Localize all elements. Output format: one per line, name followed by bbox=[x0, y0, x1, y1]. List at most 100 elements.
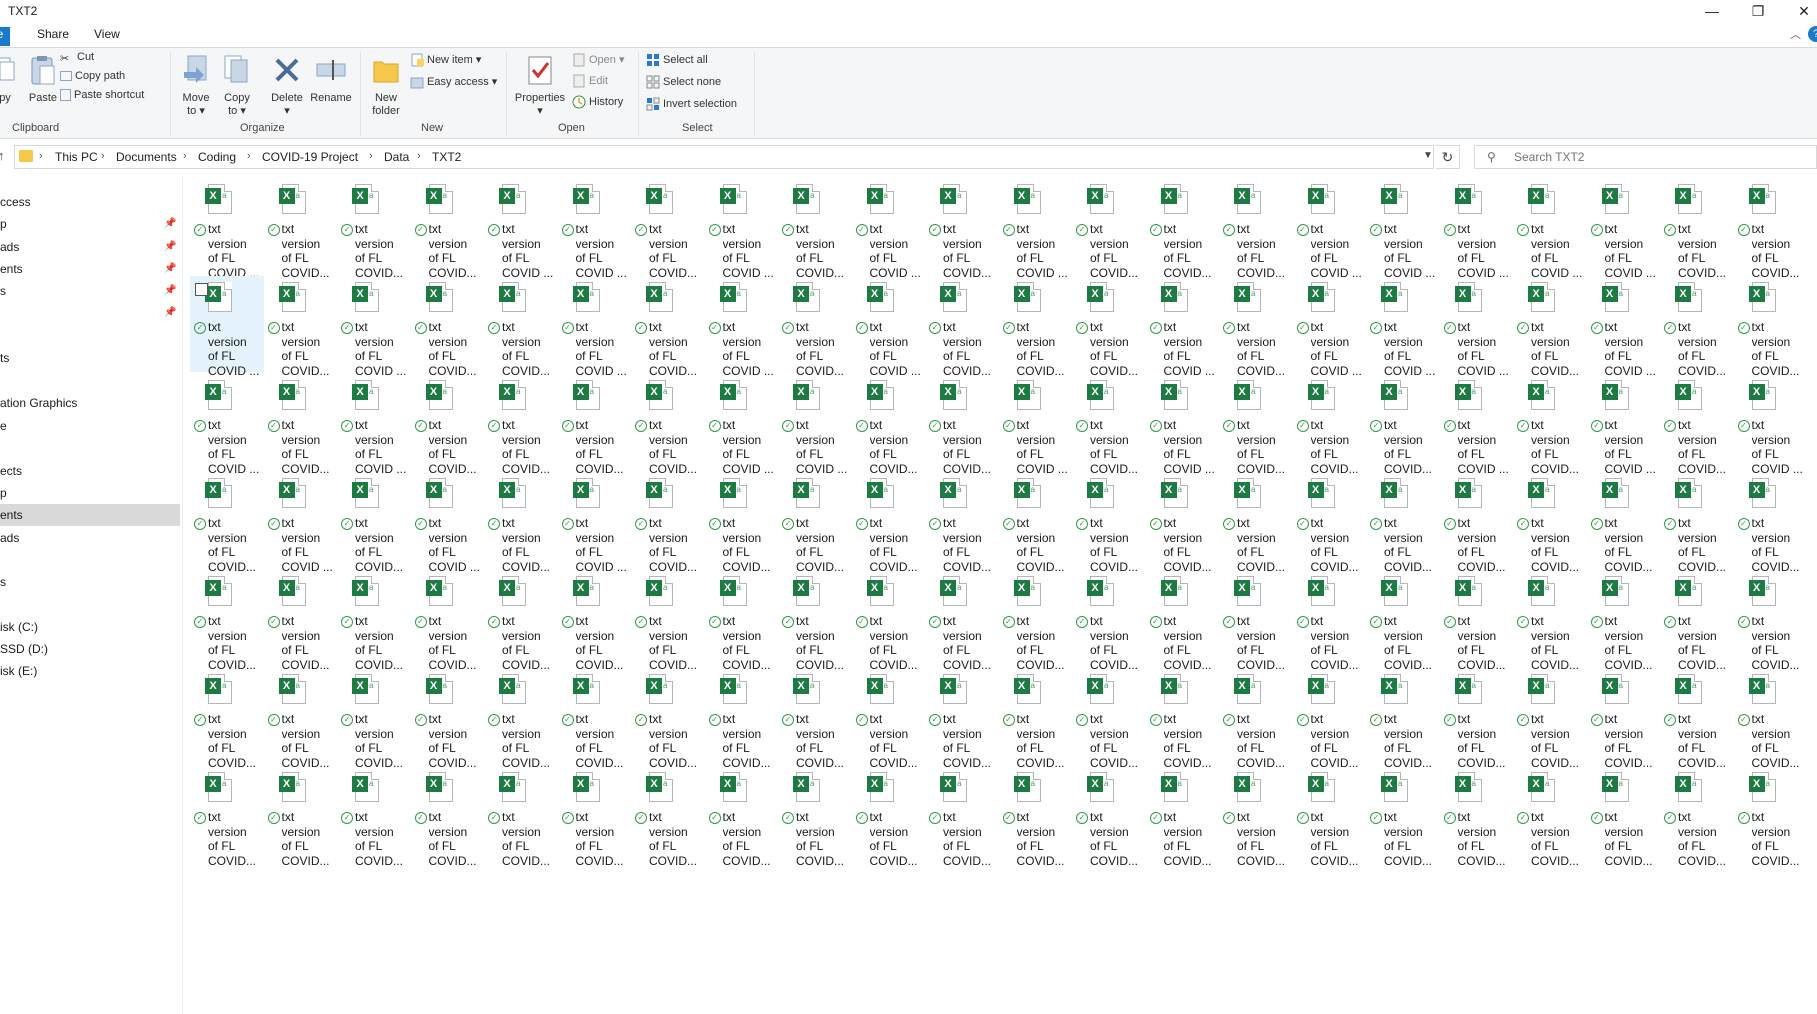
file-item[interactable]: Xa ✓ txt version of FL COVID ... bbox=[705, 374, 779, 476]
file-item[interactable]: Xa ✓ txt version of FL COVID... bbox=[1734, 178, 1808, 280]
file-item[interactable]: Xa ✓ txt version of FL COVID... bbox=[337, 472, 411, 574]
file-item[interactable]: Xa ✓ txt version of FL COVID... bbox=[631, 374, 705, 476]
breadcrumb-this-pc[interactable]: This PC bbox=[55, 150, 98, 164]
file-item[interactable]: Xa ✓ txt version of FL COVID... bbox=[1440, 668, 1514, 770]
file-item[interactable]: Xa ✓ txt version of FL COVID... bbox=[190, 668, 264, 770]
file-item[interactable]: Xa ✓ txt version of FL COVID... bbox=[1440, 570, 1514, 672]
file-item[interactable]: Xa ✓ txt version of FL COVID... bbox=[190, 570, 264, 672]
file-item[interactable]: Xa ✓ txt version of FL COVID... bbox=[337, 766, 411, 868]
easy-access-button[interactable]: Easy access ▾ bbox=[410, 73, 497, 91]
file-item[interactable]: Xa ✓ txt version of FL COVID... bbox=[264, 668, 338, 770]
file-item[interactable]: Xa ✓ txt version of FL COVID... bbox=[999, 472, 1073, 574]
file-item[interactable]: Xa ✓ txt version of FL COVID ... bbox=[852, 276, 926, 378]
file-item[interactable]: Xa ✓ txt version of FL COVID... bbox=[999, 276, 1073, 378]
file-item[interactable]: Xa ✓ txt version of FL COVID ... bbox=[1293, 276, 1367, 378]
file-item[interactable]: Xa ✓ txt version of FL COVID... bbox=[411, 570, 485, 672]
file-item[interactable]: Xa ✓ txt version of FL COVID ... bbox=[1587, 374, 1661, 476]
file-item[interactable]: Xa ✓ txt version of FL COVID ... bbox=[1587, 276, 1661, 378]
file-item[interactable]: Xa ✓ txt version of FL COVID ... bbox=[558, 178, 632, 280]
file-item[interactable]: Xa ✓ txt version of FL COVID... bbox=[1146, 766, 1220, 868]
file-item[interactable]: Xa ✓ txt version of FL COVID... bbox=[264, 374, 338, 476]
file-item[interactable]: Xa ✓ txt version of FL COVID ... bbox=[1146, 374, 1220, 476]
file-item[interactable]: Xa ✓ txt version of FL COVID ... bbox=[1146, 276, 1220, 378]
history-button[interactable]: History bbox=[572, 93, 623, 111]
file-item[interactable]: Xa ✓ txt version of FL COVID... bbox=[925, 374, 999, 476]
file-item[interactable]: Xa ✓ txt version of FL COVID... bbox=[705, 668, 779, 770]
file-item[interactable]: Xa ✓ txt version of FL COVID... bbox=[1440, 766, 1514, 868]
file-item[interactable]: Xa ✓ txt version of FL COVID ... bbox=[190, 276, 264, 378]
file-item[interactable]: Xa ✓ txt version of FL COVID... bbox=[1366, 374, 1440, 476]
file-item[interactable]: Xa ✓ txt version of FL COVID ... bbox=[852, 178, 926, 280]
file-item[interactable]: Xa ✓ txt version of FL COVID... bbox=[1734, 668, 1808, 770]
file-item[interactable]: Xa ✓ txt version of FL COVID... bbox=[1587, 766, 1661, 868]
file-item[interactable]: Xa ✓ txt version of FL COVID... bbox=[925, 570, 999, 672]
paste-shortcut-button[interactable]: Paste shortcut bbox=[60, 86, 144, 104]
file-item[interactable]: Xa ✓ txt version of FL COVID... bbox=[1219, 178, 1293, 280]
nav-item[interactable]: isk (E:) bbox=[0, 660, 180, 682]
file-item[interactable]: Xa ✓ txt version of FL COVID... bbox=[337, 570, 411, 672]
file-item[interactable]: Xa ✓ txt version of FL COVID... bbox=[264, 570, 338, 672]
file-item[interactable]: Xa ✓ txt version of FL COVID... bbox=[1072, 766, 1146, 868]
new-item-button[interactable]: New item ▾ bbox=[410, 51, 481, 69]
file-item[interactable]: Xa ✓ txt version of FL COVID... bbox=[337, 178, 411, 280]
search-box[interactable]: ⚲ bbox=[1474, 145, 1817, 169]
file-item[interactable]: Xa ✓ txt version of FL COVID ... bbox=[411, 472, 485, 574]
file-item[interactable]: Xa ✓ txt version of FL COVID... bbox=[631, 178, 705, 280]
file-item[interactable]: Xa ✓ txt version of FL COVID... bbox=[1734, 276, 1808, 378]
file-item[interactable]: Xa ✓ txt version of FL COVID... bbox=[1072, 276, 1146, 378]
file-item[interactable]: Xa ✓ txt version of FL COVID... bbox=[999, 668, 1073, 770]
file-item[interactable]: Xa ✓ txt version of FL COVID... bbox=[999, 570, 1073, 672]
nav-item[interactable] bbox=[0, 549, 180, 571]
file-item[interactable]: Xa ✓ txt version of FL COVID... bbox=[705, 766, 779, 868]
file-item[interactable]: Xa ✓ txt version of FL COVID... bbox=[631, 472, 705, 574]
file-item[interactable]: Xa ✓ txt version of FL COVID... bbox=[1366, 766, 1440, 868]
file-item[interactable]: Xa ✓ txt version of FL COVID... bbox=[1072, 472, 1146, 574]
file-item[interactable]: Xa ✓ txt version of FL COVID... bbox=[1734, 766, 1808, 868]
file-item[interactable]: Xa ✓ txt version of FL COVID... bbox=[1440, 472, 1514, 574]
pin-icon[interactable]: 📌 bbox=[164, 280, 176, 302]
file-item[interactable]: Xa ✓ txt version of FL COVID... bbox=[631, 570, 705, 672]
file-item[interactable]: Xa ✓ txt version of FL COVID... bbox=[852, 472, 926, 574]
file-item[interactable]: Xa ✓ txt version of FL COVID... bbox=[264, 178, 338, 280]
rename-button[interactable]: Rename bbox=[309, 54, 353, 105]
file-item[interactable]: Xa ✓ txt version of FL COVID ... bbox=[705, 178, 779, 280]
file-item[interactable]: Xa ✓ txt version of FL COVID... bbox=[1660, 472, 1734, 574]
file-item[interactable]: Xa ✓ txt version of FL COVID... bbox=[1587, 668, 1661, 770]
nav-item[interactable]: ccess bbox=[0, 191, 180, 213]
nav-item[interactable] bbox=[0, 325, 180, 347]
search-input[interactable] bbox=[1514, 149, 1804, 165]
file-item[interactable]: Xa ✓ txt version of FL COVID... bbox=[631, 766, 705, 868]
file-item[interactable]: Xa ✓ txt version of FL COVID... bbox=[484, 766, 558, 868]
file-item[interactable]: Xa ✓ txt version of FL COVID... bbox=[1660, 668, 1734, 770]
file-item[interactable]: Xa ✓ txt version of FL COVID... bbox=[1660, 276, 1734, 378]
file-item[interactable]: Xa ✓ txt version of FL COVID... bbox=[778, 276, 852, 378]
file-item[interactable]: Xa ✓ txt version of FL COVID ... bbox=[705, 276, 779, 378]
file-item[interactable]: Xa ✓ txt version of FL COVID... bbox=[1072, 668, 1146, 770]
move-to-button[interactable]: Move to ▾ bbox=[178, 54, 214, 118]
nav-item[interactable]: p 📌 bbox=[0, 213, 180, 235]
breadcrumb-data[interactable]: Data bbox=[384, 150, 409, 164]
open-button[interactable]: Open ▾ bbox=[572, 51, 625, 69]
file-item[interactable]: Xa ✓ txt version of FL COVID... bbox=[1219, 472, 1293, 574]
file-item[interactable]: Xa ✓ txt version of FL COVID... bbox=[1293, 374, 1367, 476]
breadcrumb-txt2[interactable]: TXT2 bbox=[432, 150, 461, 164]
nav-item[interactable] bbox=[0, 594, 180, 616]
up-arrow-icon[interactable]: ↑ bbox=[0, 148, 5, 163]
file-item[interactable]: Xa ✓ txt version of FL COVID ... bbox=[999, 178, 1073, 280]
address-bar[interactable]: › This PC › Documents › Coding › COVID-1… bbox=[14, 145, 1434, 169]
file-item[interactable]: Xa ✓ txt version of FL COVID... bbox=[1366, 472, 1440, 574]
file-item[interactable]: Xa ✓ txt version of FL COVID... bbox=[1513, 276, 1587, 378]
file-item[interactable]: Xa ✓ txt version of FL COVID ... bbox=[337, 374, 411, 476]
file-item[interactable]: Xa ✓ txt version of FL COVID... bbox=[411, 178, 485, 280]
file-item[interactable]: Xa ✓ txt version of FL COVID... bbox=[925, 178, 999, 280]
file-item[interactable]: Xa ✓ txt version of FL COVID ... bbox=[1587, 178, 1661, 280]
nav-item[interactable]: ads 📌 bbox=[0, 236, 180, 258]
file-item[interactable]: Xa ✓ txt version of FL COVID... bbox=[1366, 668, 1440, 770]
nav-item[interactable]: ation Graphics bbox=[0, 392, 180, 414]
file-item[interactable]: Xa ✓ txt version of FL COVID... bbox=[925, 472, 999, 574]
pin-icon[interactable]: 📌 bbox=[164, 236, 176, 258]
file-item[interactable]: Xa ✓ txt version of FL COVID... bbox=[778, 178, 852, 280]
file-item[interactable]: Xa ✓ txt version of FL COVID... bbox=[999, 766, 1073, 868]
nav-item[interactable]: 📌 bbox=[0, 302, 180, 324]
file-item[interactable]: Xa ✓ txt version of FL COVID... bbox=[484, 668, 558, 770]
